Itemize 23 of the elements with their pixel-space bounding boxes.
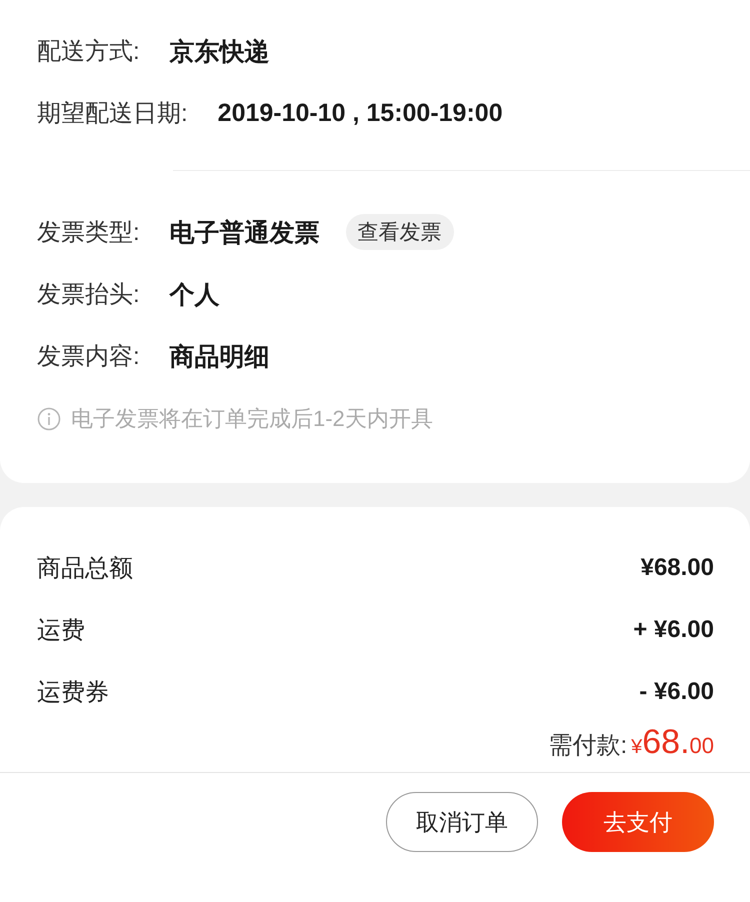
total-label: 需付款: — [548, 731, 628, 761]
view-invoice-button[interactable]: 查看发票 — [346, 214, 454, 250]
field-value: 商品明细 — [170, 342, 270, 372]
cancel-order-button[interactable]: 取消订单 — [386, 792, 538, 852]
summary-amount: - ¥6.00 — [639, 678, 714, 706]
field-value: 京东快递 — [170, 36, 270, 68]
summary-label: 运费券 — [37, 678, 109, 708]
field-label: 发票抬头: — [37, 280, 140, 310]
field-value: 电子普通发票 — [170, 218, 320, 248]
info-icon — [37, 407, 61, 431]
summary-label: 商品总额 — [37, 554, 133, 584]
summary-amount: ¥68.00 — [640, 554, 714, 582]
summary-amount: + ¥6.00 — [633, 616, 714, 644]
total-amount: ¥68.00 — [631, 723, 714, 762]
field-label: 发票内容: — [37, 342, 140, 372]
pay-button[interactable]: 去支付 — [562, 792, 714, 852]
summary-label: 运费 — [37, 616, 85, 646]
invoice-note: 电子发票将在订单完成后1-2天内开具 — [71, 405, 433, 433]
field-label: 期望配送日期: — [37, 99, 188, 129]
field-value: 2019-10-10 , 15:00-19:00 — [218, 98, 503, 128]
field-value: 个人 — [170, 280, 220, 310]
field-label: 配送方式: — [37, 37, 140, 67]
field-label: 发票类型: — [37, 218, 140, 248]
